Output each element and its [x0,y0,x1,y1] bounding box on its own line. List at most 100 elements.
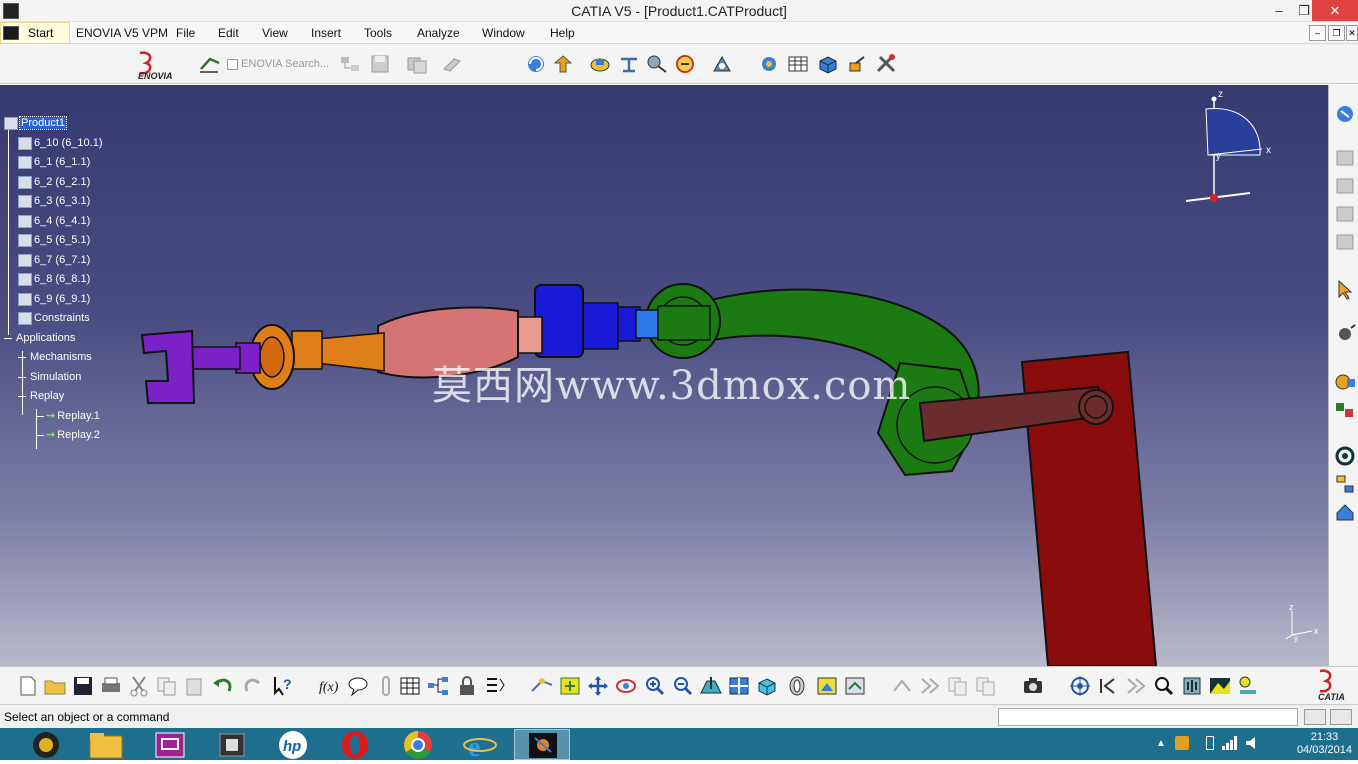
select-cursor-icon[interactable] [1333,279,1357,301]
3d-box-icon[interactable] [816,53,840,75]
home-icon[interactable] [1333,501,1357,523]
sensors-icon[interactable] [1180,675,1204,697]
new-part-icon[interactable] [1333,203,1357,225]
network-icon[interactable] [1333,473,1357,495]
bill-of-material-icon[interactable] [786,53,810,75]
rotate-icon[interactable] [614,675,638,697]
save-icon[interactable] [71,675,95,697]
assembly-update-icon[interactable] [524,53,548,75]
menu-start[interactable]: Start [0,22,70,44]
close-button[interactable]: ✕ [1312,0,1358,21]
doc-close-button[interactable]: ✕ [1346,25,1358,41]
new-product-icon[interactable] [1333,175,1357,197]
existing-component-icon[interactable] [1333,231,1357,253]
fit-all-icon[interactable] [558,675,582,697]
tree-mechanisms[interactable]: Mechanisms [18,349,92,365]
menu-edit[interactable]: Edit [218,26,239,40]
tree-constraints[interactable]: Constraints [18,310,90,326]
comment-icon[interactable] [346,675,370,697]
tree-part-6-5[interactable]: 6_5 (6_5.1) [18,232,90,248]
taskbar-app-tool[interactable] [204,729,260,760]
tree-part-6-4[interactable]: 6_4 (6_4.1) [18,213,90,229]
hierarchy-icon[interactable] [426,675,450,697]
smart-move-icon[interactable] [645,53,669,75]
menu-window[interactable]: Window [482,26,525,40]
3d-viewport[interactable]: 莫西网www.3dmox.com Product1 6_10 (6_10.1) … [0,85,1328,666]
tray-expand-icon[interactable]: ▲ [1156,738,1166,749]
status-button-2[interactable] [1330,709,1352,725]
status-button-1[interactable] [1304,709,1326,725]
tree-replay-1[interactable]: ⇝ Replay.1 [36,408,100,424]
tree-part-6-2[interactable]: 6_2 (6_2.1) [18,174,90,190]
normal-view-icon[interactable] [699,675,723,697]
jump-end-icon[interactable] [1124,675,1148,697]
cut-icon[interactable] [127,675,151,697]
graph-icon[interactable] [1333,323,1357,345]
taskbar-app-remote[interactable] [142,729,198,760]
tree-part-6-10[interactable]: 6_10 (6_10.1) [18,135,103,151]
enovia-refresh-icon[interactable] [440,53,464,75]
parameters-icon[interactable] [483,675,507,697]
tools-icon[interactable] [874,53,898,75]
pan-icon[interactable] [586,675,610,697]
link-icon[interactable] [374,675,398,697]
catalog-icon[interactable] [757,53,781,75]
skip-icon[interactable] [918,675,942,697]
multi-view-icon[interactable] [727,675,751,697]
track-icon[interactable] [890,675,914,697]
product-structure-icon[interactable] [846,53,870,75]
swap-visible-icon[interactable] [843,675,867,697]
taskbar-app-opera[interactable] [327,729,383,760]
table-icon[interactable] [398,675,422,697]
zoom-out-icon[interactable] [671,675,695,697]
taskbar-app-ie[interactable]: e [452,729,508,763]
menu-analyze[interactable]: Analyze [417,26,460,40]
tree-root-product1[interactable]: Product1 [4,115,68,131]
taskbar-app-media[interactable] [18,729,74,760]
new-file-icon[interactable] [16,675,40,697]
signal-icon[interactable] [1222,736,1238,750]
copy-icon[interactable] [155,675,179,697]
print-icon[interactable] [99,675,123,697]
clash-icon[interactable] [710,53,734,75]
menu-view[interactable]: View [262,26,288,40]
paste-icon[interactable] [183,675,207,697]
taskbar-app-chrome[interactable] [390,729,446,760]
terrain-icon[interactable] [1208,675,1232,697]
shading-icon[interactable] [785,675,809,697]
explode-icon[interactable] [673,53,697,75]
system-clock[interactable]: 21:33 04/03/2014 [1297,731,1352,757]
tree-replay[interactable]: Replay [18,388,64,404]
iso-view-icon[interactable] [755,675,779,697]
tree-part-6-9[interactable]: 6_9 (6_9.1) [18,291,90,307]
menu-tools[interactable]: Tools [364,26,392,40]
menu-help[interactable]: Help [550,26,575,40]
jump-start-icon[interactable] [1096,675,1120,697]
manipulation-icon[interactable] [588,53,612,75]
enovia-send-icon[interactable] [405,53,429,75]
doc-minimize-button[interactable]: ‒ [1309,25,1326,41]
tray-app-icon[interactable] [1175,736,1189,750]
hide-show-icon[interactable] [815,675,839,697]
workbench-icon[interactable] [1333,103,1357,125]
compass-widget[interactable]: z x y [1180,89,1280,207]
taskbar-app-hp[interactable]: hp [265,729,321,760]
undo-icon[interactable] [211,675,235,697]
menu-enovia[interactable]: ENOVIA V5 VPM [76,26,168,40]
camera-icon[interactable] [1021,675,1045,697]
paste-sim-icon[interactable] [974,675,998,697]
tree-part-6-1[interactable]: 6_1 (6_1.1) [18,154,90,170]
cubes-icon[interactable] [1333,399,1357,421]
open-folder-icon[interactable] [43,675,67,697]
fly-mode-icon[interactable] [530,675,554,697]
doc-restore-button[interactable]: ❐ [1328,25,1345,41]
analysis-icon[interactable] [1333,371,1357,393]
target-icon[interactable] [1068,675,1092,697]
tree-applications[interactable]: Applications [4,330,75,346]
snap-icon[interactable] [617,53,641,75]
lamp-icon[interactable] [1236,675,1260,697]
zoom-in-icon[interactable] [643,675,667,697]
taskbar-app-explorer[interactable] [78,729,134,760]
tree-part-6-7[interactable]: 6_7 (6_7.1) [18,252,90,268]
command-input[interactable] [998,708,1298,726]
